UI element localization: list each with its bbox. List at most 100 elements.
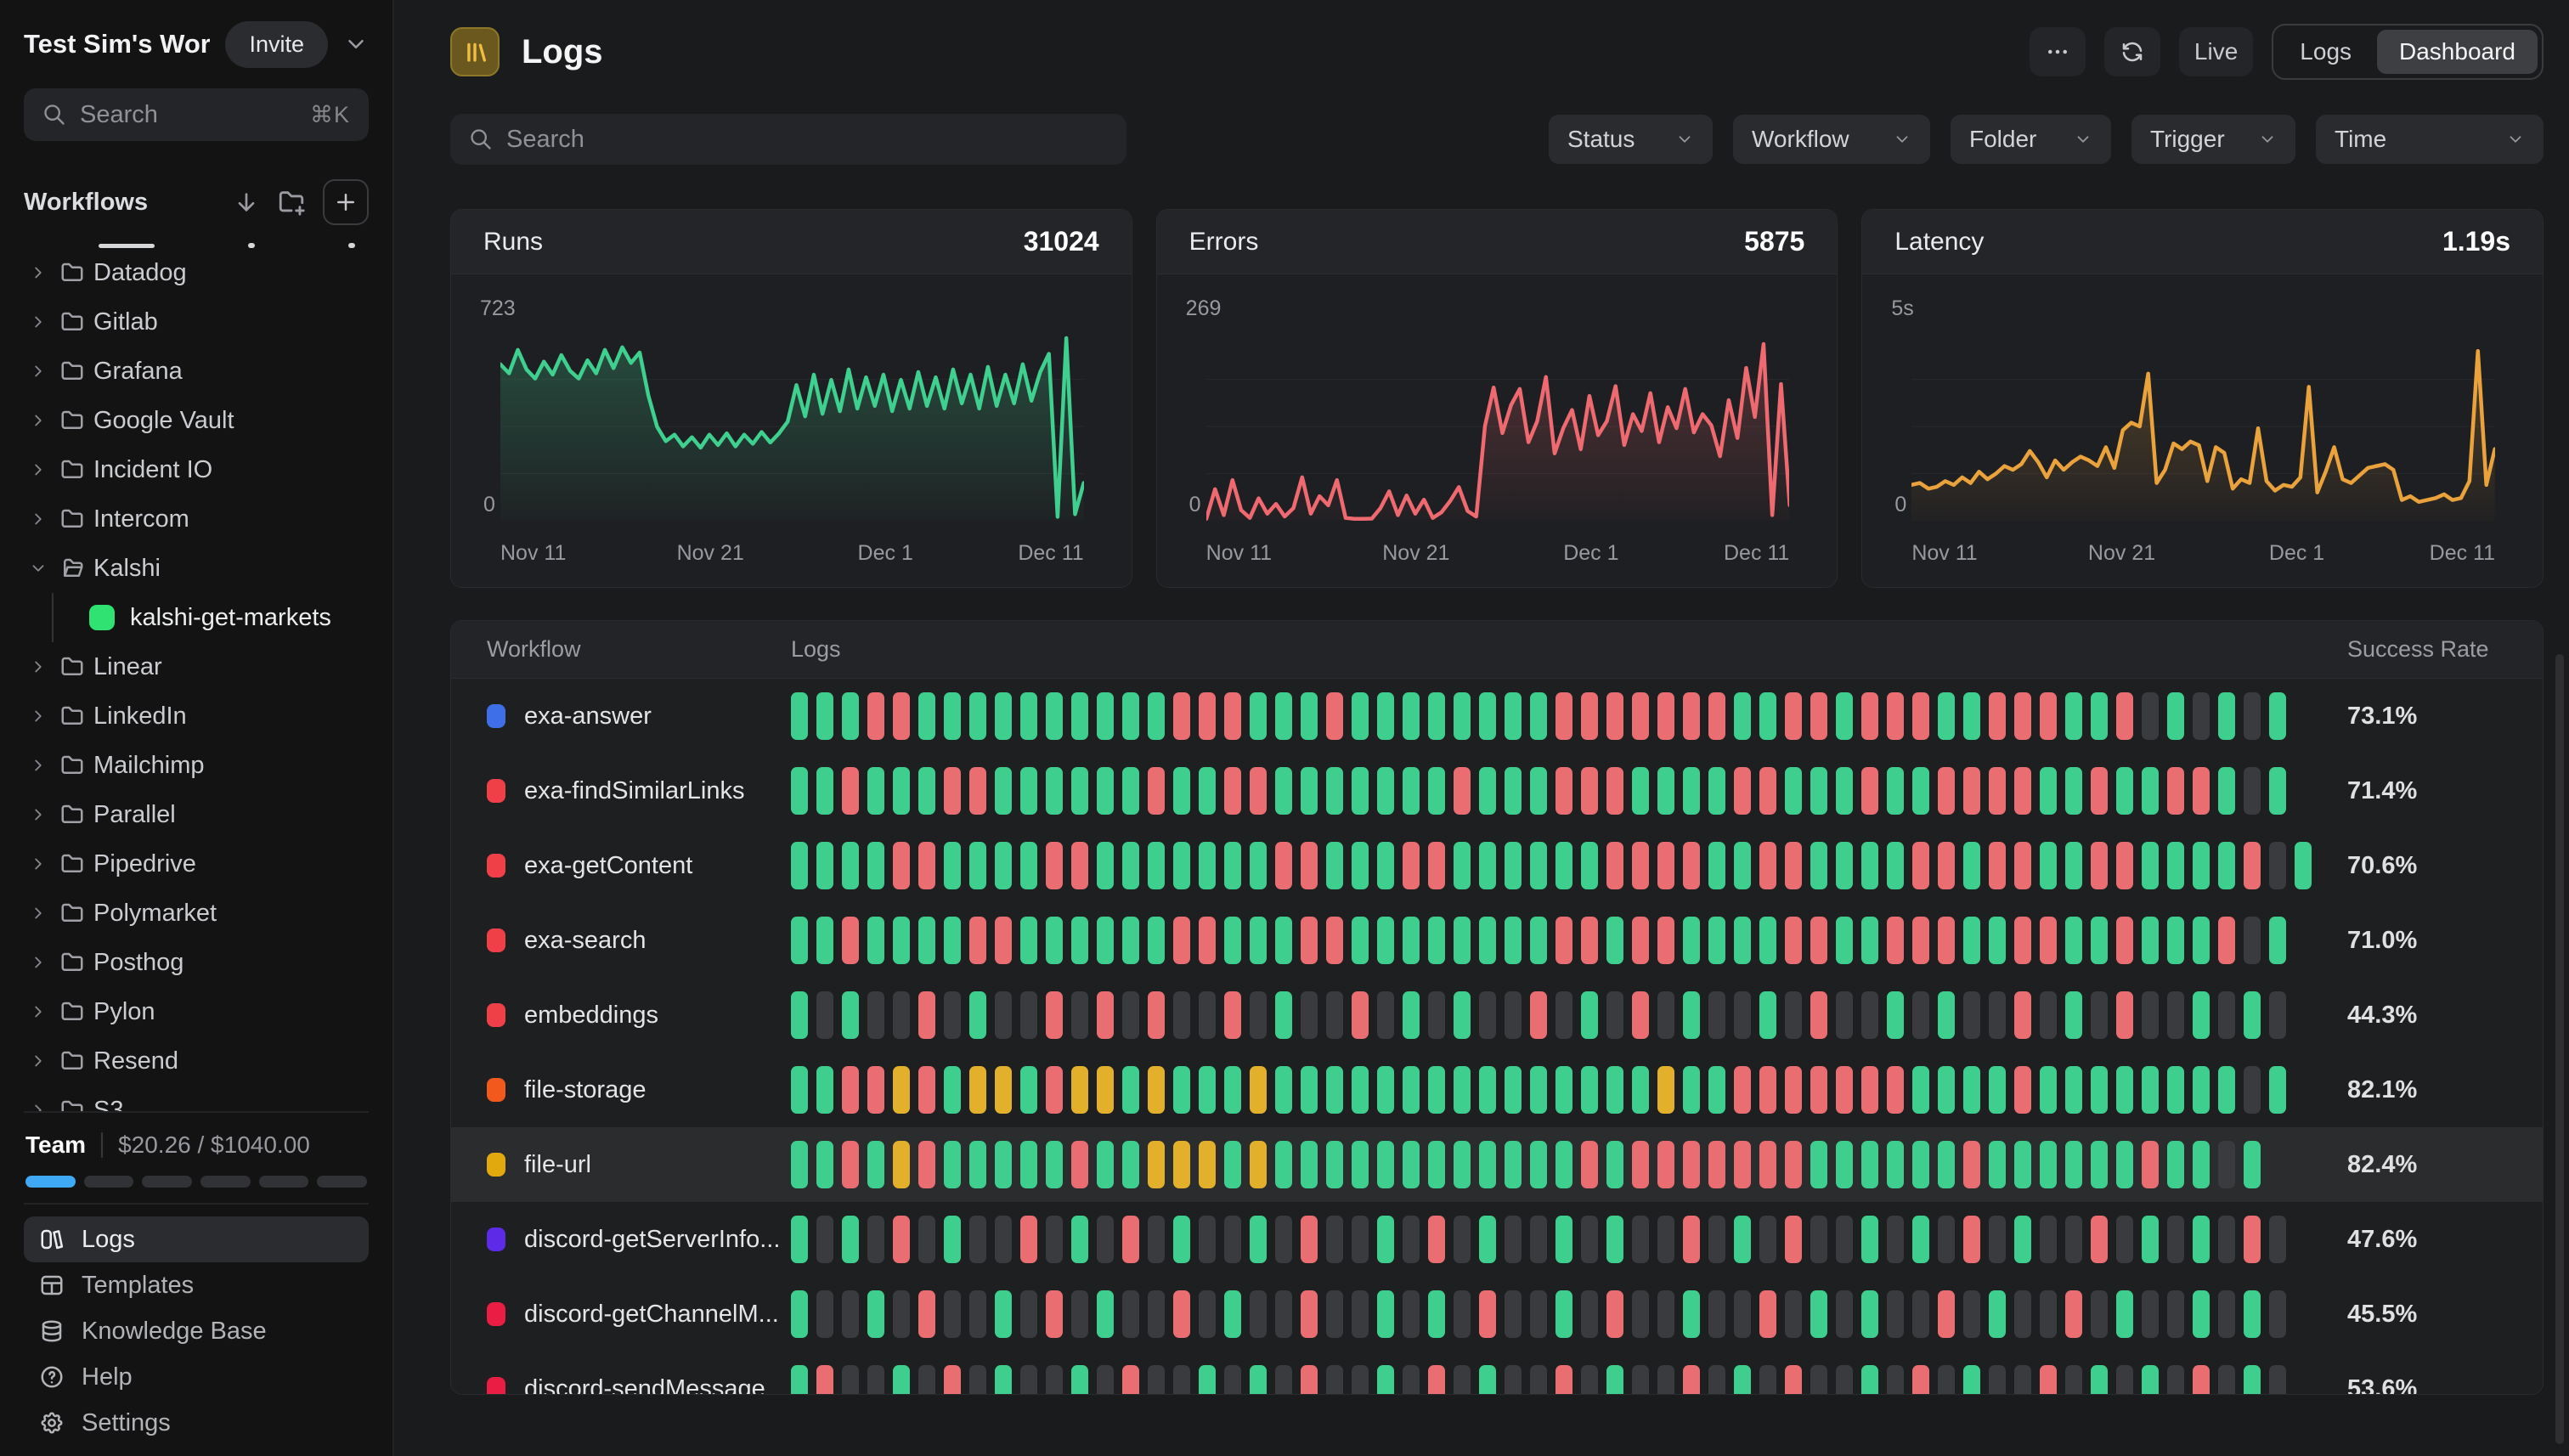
log-bar[interactable]: [944, 1365, 961, 1395]
log-bar[interactable]: [1454, 991, 1471, 1039]
log-bar[interactable]: [1556, 1066, 1572, 1114]
log-bar[interactable]: [2244, 1216, 2261, 1263]
log-bar[interactable]: [893, 1066, 910, 1114]
log-bar[interactable]: [1759, 917, 1776, 964]
log-bar[interactable]: [1326, 842, 1343, 889]
log-bar[interactable]: [1122, 917, 1139, 964]
log-bar[interactable]: [1785, 842, 1802, 889]
log-bar[interactable]: [1454, 1066, 1471, 1114]
filter-dropdown-status[interactable]: Status: [1549, 115, 1713, 164]
log-bar[interactable]: [791, 1141, 808, 1188]
log-bar[interactable]: [1122, 1216, 1139, 1263]
log-bar[interactable]: [1352, 1290, 1369, 1338]
log-bar[interactable]: [1759, 767, 1776, 815]
log-bar[interactable]: [2040, 917, 2057, 964]
log-bar[interactable]: [2091, 1216, 2108, 1263]
log-bar[interactable]: [842, 842, 859, 889]
log-bar[interactable]: [1479, 917, 1496, 964]
log-bar[interactable]: [1275, 1290, 1292, 1338]
log-bar[interactable]: [1122, 991, 1139, 1039]
log-bar[interactable]: [893, 1141, 910, 1188]
table-row-exa-getcontent[interactable]: exa-getContent70.6%: [451, 828, 2543, 903]
log-bar[interactable]: [969, 1290, 986, 1338]
log-bar[interactable]: [918, 1290, 935, 1338]
log-bar[interactable]: [1224, 1216, 1241, 1263]
log-bar[interactable]: [969, 1365, 986, 1395]
log-bar[interactable]: [1097, 1290, 1114, 1338]
log-bar[interactable]: [816, 991, 833, 1039]
log-bar[interactable]: [995, 1290, 1012, 1338]
log-bar[interactable]: [1020, 991, 1037, 1039]
log-bar[interactable]: [1479, 692, 1496, 740]
log-bar[interactable]: [1428, 991, 1445, 1039]
log-bar[interactable]: [1606, 991, 1623, 1039]
log-bar[interactable]: [918, 917, 935, 964]
log-bar[interactable]: [1173, 917, 1190, 964]
log-bar[interactable]: [1556, 1141, 1572, 1188]
log-bar[interactable]: [1479, 1365, 1496, 1395]
folder-item-incident-io[interactable]: Incident IO: [24, 445, 369, 494]
log-bar[interactable]: [2269, 1216, 2286, 1263]
log-bar[interactable]: [2193, 1066, 2210, 1114]
log-bar[interactable]: [1020, 767, 1037, 815]
folder-item-posthog[interactable]: Posthog: [24, 938, 369, 987]
log-bar[interactable]: [1708, 1066, 1725, 1114]
log-bar[interactable]: [1810, 1365, 1827, 1395]
log-bar[interactable]: [1505, 842, 1522, 889]
log-bar[interactable]: [893, 842, 910, 889]
log-bar[interactable]: [1020, 692, 1037, 740]
log-bar[interactable]: [1301, 991, 1318, 1039]
log-bar[interactable]: [1810, 692, 1827, 740]
log-bar[interactable]: [1556, 1365, 1572, 1395]
log-bar[interactable]: [1759, 1365, 1776, 1395]
log-bar[interactable]: [1071, 1290, 1088, 1338]
log-bar[interactable]: [1632, 1365, 1649, 1395]
log-bar[interactable]: [2065, 767, 2082, 815]
log-bar[interactable]: [1173, 767, 1190, 815]
log-bar[interactable]: [2116, 917, 2133, 964]
log-bar[interactable]: [2193, 917, 2210, 964]
log-bar[interactable]: [816, 1365, 833, 1395]
logs-search-input[interactable]: Search: [450, 114, 1126, 165]
log-bar[interactable]: [944, 991, 961, 1039]
log-bar[interactable]: [1887, 1290, 1904, 1338]
log-bar[interactable]: [842, 1365, 859, 1395]
log-bar[interactable]: [1020, 917, 1037, 964]
log-bar[interactable]: [1683, 1066, 1700, 1114]
log-bar[interactable]: [867, 1141, 884, 1188]
log-bar[interactable]: [1606, 692, 1623, 740]
log-bar[interactable]: [1734, 991, 1751, 1039]
log-bar[interactable]: [2218, 767, 2235, 815]
folder-item-resend[interactable]: Resend: [24, 1036, 369, 1086]
log-bar[interactable]: [1810, 1141, 1827, 1188]
log-bar[interactable]: [1301, 842, 1318, 889]
log-bar[interactable]: [1836, 1365, 1853, 1395]
log-bar[interactable]: [1632, 1141, 1649, 1188]
log-bar[interactable]: [2065, 1290, 2082, 1338]
log-bar[interactable]: [2116, 1066, 2133, 1114]
log-bar[interactable]: [1020, 1216, 1037, 1263]
log-bar[interactable]: [1963, 692, 1980, 740]
log-bar[interactable]: [2142, 692, 2159, 740]
log-bar[interactable]: [2193, 1290, 2210, 1338]
log-bar[interactable]: [2040, 1290, 2057, 1338]
log-bar[interactable]: [1505, 1365, 1522, 1395]
log-bar[interactable]: [2014, 1066, 2031, 1114]
log-bar[interactable]: [1683, 692, 1700, 740]
log-bar[interactable]: [1759, 1141, 1776, 1188]
sidebar-item-templates[interactable]: Templates: [24, 1262, 369, 1308]
log-bar[interactable]: [2116, 842, 2133, 889]
log-bar[interactable]: [791, 842, 808, 889]
log-bar[interactable]: [1097, 1141, 1114, 1188]
log-bar[interactable]: [1785, 1290, 1802, 1338]
log-bar[interactable]: [1581, 991, 1598, 1039]
log-bar[interactable]: [1097, 767, 1114, 815]
filter-dropdown-trigger[interactable]: Trigger: [2131, 115, 2295, 164]
invite-button[interactable]: Invite: [225, 21, 328, 68]
log-bar[interactable]: [1938, 917, 1955, 964]
log-bar[interactable]: [2142, 991, 2159, 1039]
log-bar[interactable]: [1734, 1365, 1751, 1395]
log-bar[interactable]: [2167, 1141, 2184, 1188]
log-bar[interactable]: [867, 1290, 884, 1338]
log-bar[interactable]: [2167, 1365, 2184, 1395]
